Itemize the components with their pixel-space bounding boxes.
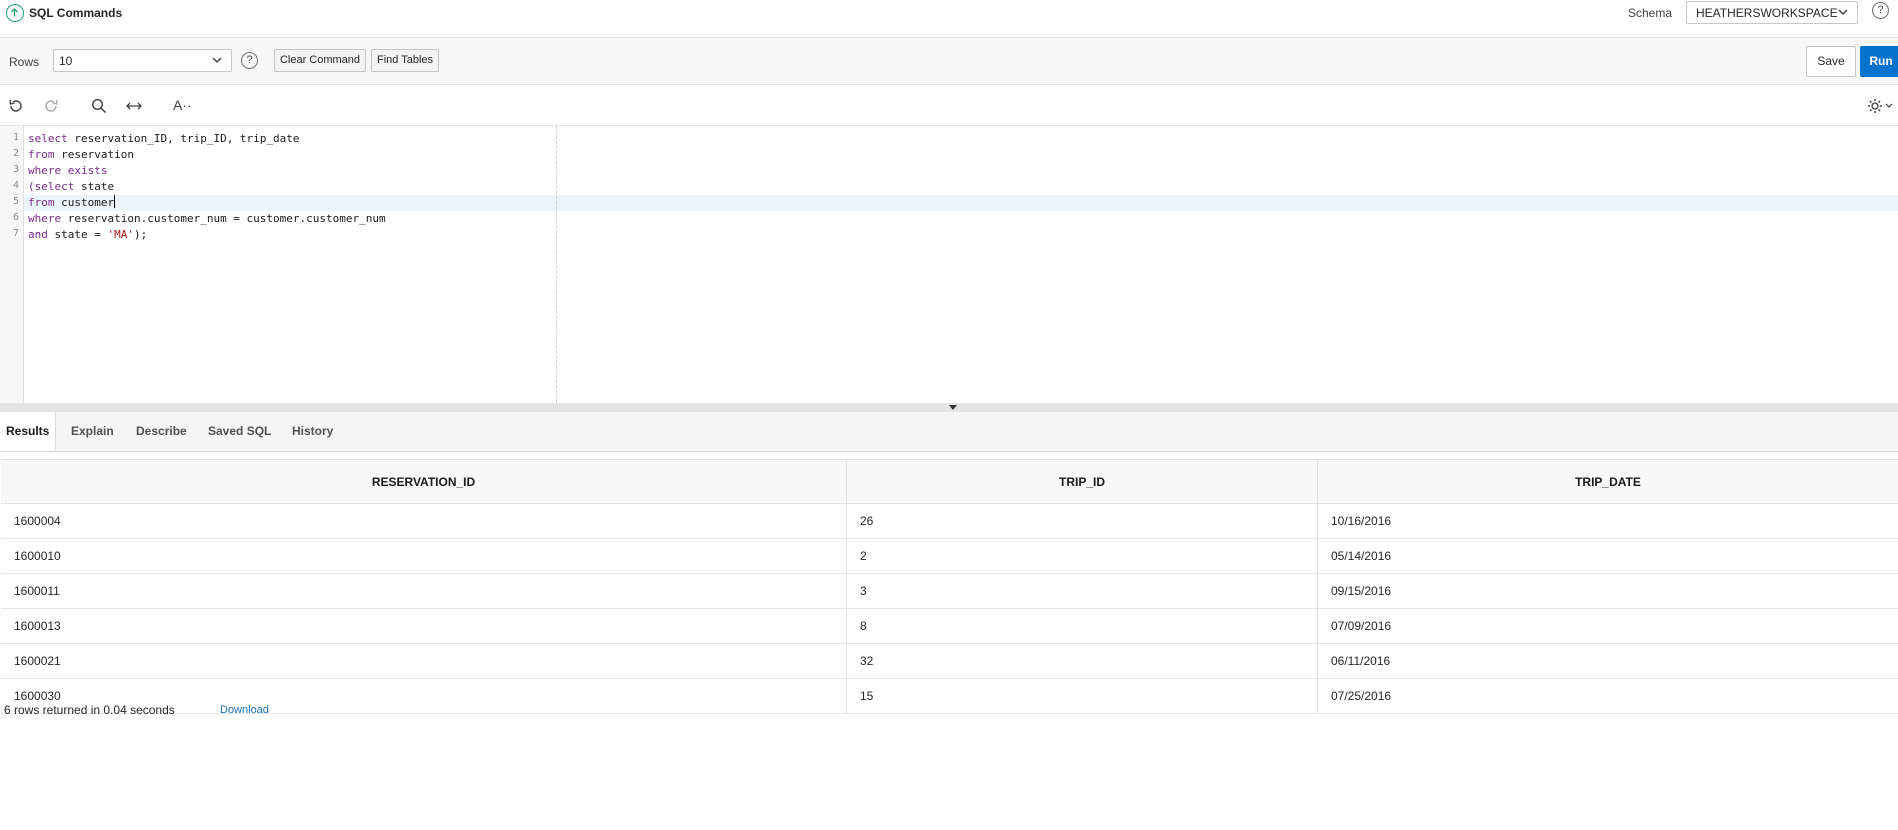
table-cell: 07/09/2016 [1317,608,1898,644]
tab-explain[interactable]: Explain [65,412,120,451]
code-line-2: from reservation [28,148,134,161]
table-cell: 3 [846,573,1318,609]
tab-saved-sql[interactable]: Saved SQL [202,412,277,451]
column-header[interactable]: TRIP_ID [846,459,1318,504]
table-cell: 1600011 [1,573,847,609]
clear-command-button[interactable]: Clear Command [274,49,366,72]
code-line-4: (select state [28,180,115,193]
line-number: 3 [12,164,19,175]
line-number: 5 [12,196,19,207]
line-number: 6 [12,212,19,223]
code-line-7: and state = 'MA'); [28,228,148,241]
line-number-gutter: 1 2 3 4 5 6 7 [0,126,24,403]
table-row: 1600004 26 10/16/2016 [1,503,1898,539]
find-tables-button[interactable]: Find Tables [371,49,439,72]
chevron-down-icon [1838,9,1848,15]
column-header[interactable]: TRIP_DATE [1317,459,1898,504]
table-cell: 07/25/2016 [1317,678,1898,714]
rows-label: Rows [9,55,40,69]
save-button[interactable]: Save [1806,46,1856,77]
table-cell: 06/11/2016 [1317,643,1898,679]
text-cursor [114,195,116,208]
code-line-1: select reservation_ID, trip_ID, trip_dat… [28,132,300,145]
table-cell: 2 [846,538,1318,574]
results-tabs: Results Explain Describe Saved SQL Histo… [0,412,1898,452]
schema-select[interactable]: HEATHERSWORKSPACE [1686,1,1858,24]
tab-results[interactable]: Results [0,412,57,451]
tab-describe[interactable]: Describe [130,412,193,451]
table-cell: 1600021 [1,643,847,679]
editor-toolbar: A·· [0,85,1898,126]
schema-select-value: HEATHERSWORKSPACE [1696,6,1838,20]
search-icon[interactable] [90,97,108,115]
table-cell: 1600010 [1,538,847,574]
chevron-down-icon [212,57,222,63]
rows-select-value: 10 [59,54,73,68]
column-header[interactable]: RESERVATION_ID [1,459,847,504]
table-cell: 1600004 [1,503,847,539]
redo-icon[interactable] [42,97,60,115]
table-cell: 09/15/2016 [1317,573,1898,609]
download-link[interactable]: Download [220,704,269,716]
table-row: 1600021 32 06/11/2016 [1,643,1898,679]
table-row: 1600010 2 05/14/2016 [1,538,1898,574]
table-cell: 05/14/2016 [1317,538,1898,574]
collapse-arrow-icon[interactable] [949,405,957,410]
line-number: 7 [12,228,19,239]
print-margin [556,126,557,403]
sql-commands-logo-icon [6,4,24,22]
line-number: 2 [12,148,19,159]
editor-results-splitter[interactable] [0,403,1898,412]
command-toolbar: Rows 10 ? Clear Command Find Tables Save… [0,37,1898,85]
table-cell: 15 [846,678,1318,714]
table-cell: 26 [846,503,1318,539]
schema-label: Schema [1628,6,1673,20]
page-title: SQL Commands [29,6,123,20]
table-cell: 8 [846,608,1318,644]
tab-history[interactable]: History [286,412,339,451]
rows-returned-status: 6 rows returned in 0.04 seconds [4,703,175,717]
settings-gear-icon[interactable] [1866,97,1896,115]
code-line-6: where reservation.customer_num = custome… [28,212,386,225]
expand-width-icon[interactable] [125,97,143,115]
font-size-icon[interactable]: A·· [173,97,192,113]
line-number: 1 [12,132,19,143]
line-number: 4 [12,180,19,191]
table-cell: 1600013 [1,608,847,644]
code-line-5: from customer [28,195,116,209]
active-line-highlight [24,195,1898,211]
help-icon[interactable]: ? [1872,2,1889,19]
app-header: SQL Commands Schema HEATHERSWORKSPACE ? [0,0,1898,26]
run-button[interactable]: Run [1860,46,1898,77]
rows-select[interactable]: 10 [53,49,232,72]
table-row: 1600030 15 07/25/2016 [1,678,1898,714]
sql-code-editor[interactable]: 1 2 3 4 5 6 7 select reservation_ID, tri… [0,126,1898,403]
table-cell: 32 [846,643,1318,679]
rows-help-icon[interactable]: ? [241,52,258,69]
table-header-row: RESERVATION_ID TRIP_ID TRIP_DATE [1,459,1898,504]
results-table-container: RESERVATION_ID TRIP_ID TRIP_DATE 1600004… [1,459,1898,714]
undo-icon[interactable] [7,97,25,115]
table-row: 1600011 3 09/15/2016 [1,573,1898,609]
code-line-3: where exists [28,164,108,177]
table-row: 1600013 8 07/09/2016 [1,608,1898,644]
results-table: RESERVATION_ID TRIP_ID TRIP_DATE 1600004… [1,459,1898,714]
table-cell: 10/16/2016 [1317,503,1898,539]
